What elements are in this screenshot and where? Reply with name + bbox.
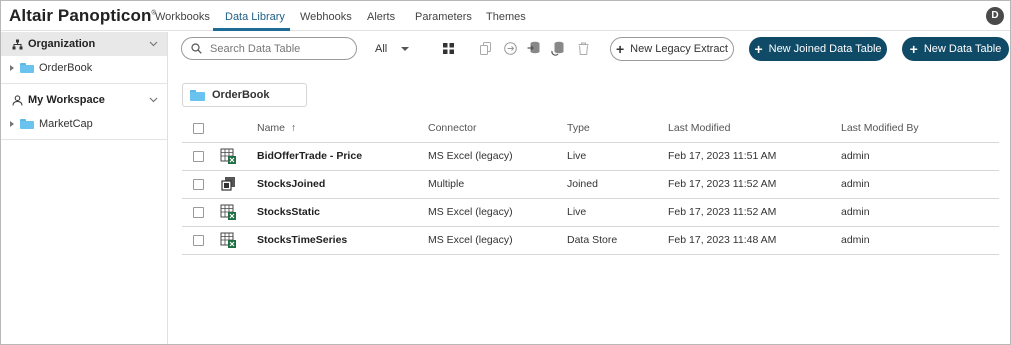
divider — [1, 139, 167, 140]
row-type: Joined — [567, 178, 598, 190]
row-type: Live — [567, 206, 587, 218]
button-label: New Data Table — [923, 43, 1002, 55]
expand-caret-icon[interactable] — [10, 65, 14, 71]
tab-themes[interactable]: Themes — [486, 11, 526, 23]
table-row[interactable]: StocksStatic MS Excel (legacy) Live Feb … — [182, 199, 999, 227]
refresh-data-icon[interactable] — [550, 40, 566, 56]
row-connector: MS Excel (legacy) — [428, 234, 513, 246]
active-tab-indicator — [213, 28, 290, 31]
avatar[interactable]: D — [986, 7, 1004, 25]
table-row[interactable]: StocksJoined Multiple Joined Feb 17, 202… — [182, 171, 999, 199]
tab-alerts[interactable]: Alerts — [367, 11, 395, 23]
expand-caret-icon[interactable] — [10, 121, 14, 127]
button-label: New Joined Data Table — [768, 43, 882, 55]
sort-ascending-icon: ↑ — [290, 122, 297, 134]
row-name[interactable]: StocksJoined — [257, 171, 325, 198]
row-name[interactable]: StocksTimeSeries — [257, 227, 347, 254]
new-legacy-extract-button[interactable]: + New Legacy Extract — [610, 37, 734, 61]
plus-icon: + — [615, 41, 625, 57]
search-input[interactable] — [210, 42, 350, 55]
sidebar: Organization OrderBook My Workspace Mark… — [1, 32, 168, 344]
sidebar-item-orderbook[interactable]: OrderBook — [1, 57, 167, 79]
copy-icon[interactable] — [478, 40, 494, 56]
row-checkbox[interactable] — [193, 179, 204, 190]
column-header-connector[interactable]: Connector — [428, 115, 476, 142]
row-last-modified: Feb 17, 2023 11:51 AM — [668, 150, 777, 162]
sidebar-item-marketcap[interactable]: MarketCap — [1, 113, 167, 135]
row-last-modified-by: admin — [841, 234, 870, 246]
row-name[interactable]: BidOfferTrade - Price — [257, 143, 362, 170]
row-last-modified-by: admin — [841, 206, 870, 218]
row-connector: MS Excel (legacy) — [428, 150, 513, 162]
row-connector: Multiple — [428, 178, 465, 190]
column-header-name[interactable]: Name ↑ — [257, 115, 296, 142]
divider — [1, 83, 167, 84]
excel-table-icon — [220, 204, 236, 220]
sidebar-section-label: Organization — [28, 38, 96, 50]
tab-workbooks[interactable]: Workbooks — [155, 11, 210, 23]
brand-logo[interactable]: Altair Panopticon® — [9, 6, 156, 26]
search-icon — [191, 43, 202, 54]
tab-webhooks[interactable]: Webhooks — [300, 11, 352, 23]
breadcrumb-folder-label: OrderBook — [212, 89, 270, 101]
table-header-row: Name ↑ Connector Type Last Modified Last… — [182, 115, 999, 143]
chevron-down-icon[interactable] — [149, 39, 158, 48]
row-type: Live — [567, 150, 587, 162]
delete-icon[interactable] — [575, 40, 591, 56]
chevron-down-icon[interactable] — [149, 95, 158, 104]
row-last-modified: Feb 17, 2023 11:48 AM — [668, 234, 777, 246]
row-last-modified: Feb 17, 2023 11:52 AM — [668, 206, 777, 218]
row-type: Data Store — [567, 234, 618, 246]
column-header-last-modified-by[interactable]: Last Modified By — [841, 115, 919, 142]
export-data-icon[interactable] — [526, 40, 542, 56]
table-row[interactable]: StocksTimeSeries MS Excel (legacy) Data … — [182, 227, 999, 255]
type-filter-value: All — [375, 43, 388, 55]
excel-table-icon — [220, 232, 236, 248]
plus-icon: + — [909, 41, 918, 57]
row-last-modified: Feb 17, 2023 11:52 AM — [668, 178, 777, 190]
row-last-modified-by: admin — [841, 178, 870, 190]
plus-icon: + — [754, 41, 763, 57]
sidebar-section-my-workspace[interactable]: My Workspace — [1, 88, 167, 112]
search-box[interactable] — [181, 37, 357, 60]
joined-table-icon — [221, 177, 235, 191]
sidebar-item-label: OrderBook — [39, 62, 93, 74]
row-last-modified-by: admin — [841, 150, 870, 162]
grid-view-icon[interactable] — [440, 40, 456, 56]
table-row[interactable]: BidOfferTrade - Price MS Excel (legacy) … — [182, 143, 999, 171]
type-filter-select[interactable]: All — [375, 43, 410, 55]
top-bar: Altair Panopticon® Workbooks Data Librar… — [1, 1, 1010, 31]
row-checkbox[interactable] — [193, 151, 204, 162]
sidebar-section-label: My Workspace — [28, 94, 105, 106]
org-hierarchy-icon — [11, 38, 23, 50]
folder-icon — [20, 63, 34, 73]
sidebar-section-organization[interactable]: Organization — [1, 32, 167, 56]
folder-icon — [20, 119, 34, 129]
row-checkbox[interactable] — [193, 235, 204, 246]
column-header-last-modified[interactable]: Last Modified — [668, 115, 730, 142]
tab-parameters[interactable]: Parameters — [415, 11, 472, 23]
column-header-type[interactable]: Type — [567, 115, 590, 142]
dropdown-arrow-icon — [401, 47, 410, 51]
excel-table-icon — [220, 148, 236, 164]
new-joined-data-table-button[interactable]: + New Joined Data Table — [749, 37, 887, 61]
row-checkbox[interactable] — [193, 207, 204, 218]
button-label: New Legacy Extract — [630, 43, 728, 55]
brand-name: Altair Panopticon — [9, 6, 152, 25]
folder-icon — [190, 89, 205, 101]
row-name[interactable]: StocksStatic — [257, 199, 320, 226]
breadcrumb[interactable]: OrderBook — [182, 83, 307, 107]
new-data-table-button[interactable]: + New Data Table — [902, 37, 1009, 61]
sidebar-item-label: MarketCap — [39, 118, 93, 130]
select-all-checkbox[interactable] — [193, 123, 204, 134]
tab-data-library[interactable]: Data Library — [225, 11, 285, 23]
user-icon — [11, 94, 23, 106]
column-header-label: Name — [257, 122, 286, 134]
move-icon[interactable] — [502, 40, 518, 56]
row-connector: MS Excel (legacy) — [428, 206, 513, 218]
